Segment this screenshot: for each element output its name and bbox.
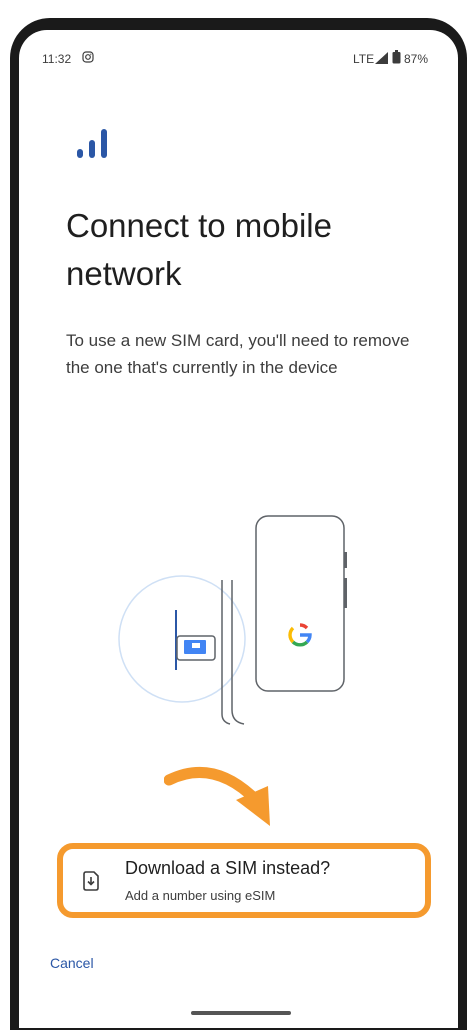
page-title: Connect to mobile network [66,207,332,292]
phone-screen: 11:32 LTE 87% Connect to mobile network … [19,30,458,1028]
esim-download-icon [83,871,99,891]
instagram-notification-icon [82,51,94,63]
esim-option-subtitle: Add a number using eSIM [125,888,276,903]
esim-option-title: Download a SIM instead? [125,858,331,878]
sim-swap-illustration [118,515,347,725]
battery-percentage: 87% [404,52,429,66]
highlight-arrow-icon [164,766,270,826]
status-time: 11:32 [42,52,72,66]
signal-strength-icon [375,52,388,64]
cancel-button[interactable]: Cancel [50,955,94,971]
instruction-text: To use a new SIM card, you'll need to re… [66,331,410,377]
battery-icon [392,50,401,64]
network-type: LTE [353,52,375,66]
status-bar: 11:32 LTE 87% [19,30,458,70]
download-esim-option[interactable]: Download a SIM instead? Add a number usi… [57,843,431,918]
signal-bars-icon [77,129,107,158]
gesture-navigation-bar[interactable] [191,1011,291,1015]
